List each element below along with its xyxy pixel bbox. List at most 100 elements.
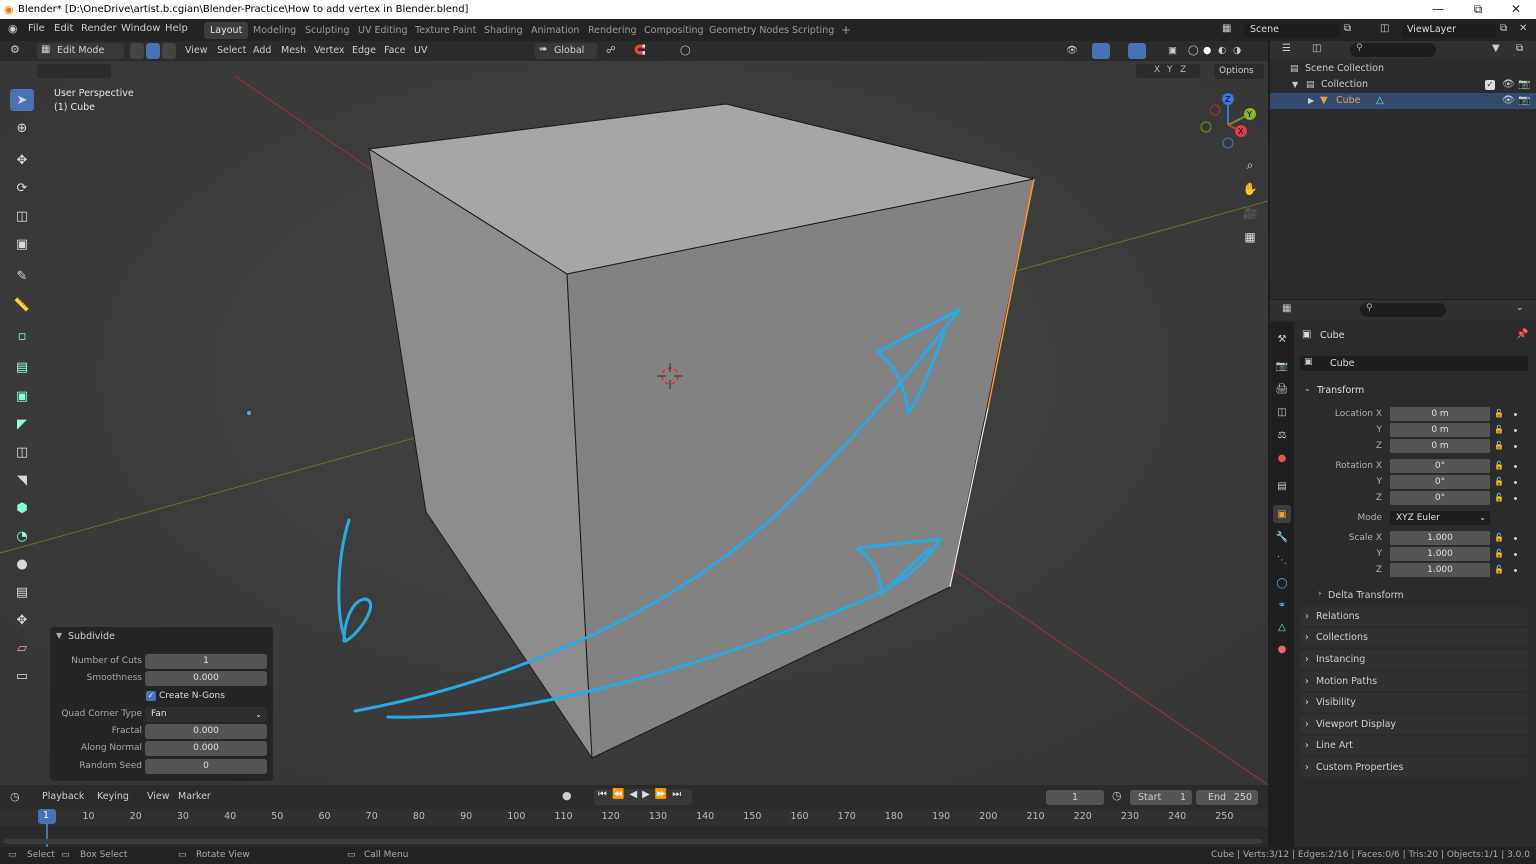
menu-select[interactable]: Select: [217, 45, 246, 56]
filter-icon[interactable]: ▼: [1492, 43, 1500, 54]
overlay-toggle-button[interactable]: [1128, 43, 1146, 59]
smooth-tool-icon[interactable]: ●: [10, 553, 34, 575]
eye-icon[interactable]: 👁: [1502, 77, 1515, 93]
playback-controls[interactable]: ⏮⏪◀▶⏩⏭: [594, 789, 692, 805]
modifier-tab-icon[interactable]: 🔧: [1273, 528, 1291, 546]
lock-icon[interactable]: 🔓: [1494, 461, 1504, 470]
chevron-right-icon[interactable]: ▶: [1308, 93, 1314, 109]
mode-selector[interactable]: ▦ Edit Mode: [37, 43, 124, 59]
close-button[interactable]: ✕: [1496, 0, 1536, 19]
menu-add[interactable]: Add: [253, 45, 271, 56]
menu-help[interactable]: Help: [165, 23, 188, 34]
keyframe-dot[interactable]: [1514, 553, 1517, 556]
menu-keying[interactable]: Keying: [97, 791, 129, 802]
chevron-down-icon[interactable]: ⌄: [1516, 303, 1524, 313]
scene-selector[interactable]: Scene: [1244, 22, 1340, 38]
menu-timeline-view[interactable]: View: [147, 791, 170, 802]
output-tab-icon[interactable]: 🖨: [1273, 380, 1291, 398]
lock-icon[interactable]: 🔓: [1494, 477, 1504, 486]
outliner-editor-icon[interactable]: ☰: [1282, 43, 1291, 54]
menu-face[interactable]: Face: [384, 45, 405, 56]
view-layer-icon[interactable]: ◫: [1380, 23, 1389, 34]
transform-tool-icon[interactable]: ▣: [10, 233, 34, 255]
rotation-z-field[interactable]: 0°: [1390, 491, 1490, 505]
minimize-button[interactable]: —: [1418, 0, 1458, 19]
visibility-panel[interactable]: Visibility ›: [1300, 693, 1528, 712]
location-z-field[interactable]: 0 m: [1390, 439, 1490, 453]
keyframe-dot[interactable]: [1514, 445, 1517, 448]
mirror-z-toggle[interactable]: Z: [1180, 65, 1186, 75]
menu-view[interactable]: View: [185, 45, 208, 56]
rotation-mode-dropdown[interactable]: XYZ Euler ⌄: [1390, 511, 1490, 525]
end-frame-field[interactable]: End 250: [1196, 790, 1258, 805]
physics-tab-icon[interactable]: ◯: [1273, 574, 1291, 592]
collection-tab-icon[interactable]: ▤: [1273, 477, 1291, 495]
motion-paths-panel[interactable]: Motion Paths ›: [1300, 672, 1528, 691]
random-seed-field[interactable]: 0: [145, 759, 267, 774]
material-tab-icon[interactable]: ●: [1273, 640, 1291, 658]
location-y-field[interactable]: 0 m: [1390, 423, 1490, 437]
create-ngons-checkbox[interactable]: ✓: [146, 691, 156, 701]
instancing-panel[interactable]: Instancing ›: [1300, 650, 1528, 669]
visibility-icon[interactable]: 👁: [1066, 45, 1078, 56]
tab-texture-paint[interactable]: Texture Paint: [409, 22, 482, 39]
outliner-row-cube[interactable]: ▶ ▼ Cube △ 👁 📷: [1270, 93, 1536, 109]
lock-icon[interactable]: 🔓: [1494, 409, 1504, 418]
wireframe-shading-icon[interactable]: ◯: [1188, 45, 1199, 56]
snap-icon[interactable]: 🧲: [634, 45, 646, 56]
start-frame-field[interactable]: Start 1: [1130, 790, 1192, 805]
outliner-search-input[interactable]: ⚲: [1350, 43, 1436, 57]
object-name-field[interactable]: ▣ Cube: [1300, 356, 1528, 371]
smoothness-field[interactable]: 0.000: [145, 671, 267, 686]
annotate-tool-icon[interactable]: ✎: [10, 265, 34, 287]
eye-icon[interactable]: 👁: [1502, 93, 1515, 109]
properties-search-input[interactable]: ⚲: [1360, 303, 1446, 317]
loop-cut-tool-icon[interactable]: ◫: [10, 441, 34, 463]
bevel-tool-icon[interactable]: ◤: [10, 413, 34, 435]
collections-panel[interactable]: Collections ›: [1300, 628, 1528, 647]
rotate-tool-icon[interactable]: ⟳: [10, 177, 34, 199]
knife-tool-icon[interactable]: ◥: [10, 469, 34, 491]
display-mode-icon[interactable]: ◫: [1312, 43, 1321, 54]
view-layer-tab-icon[interactable]: ◫: [1273, 403, 1291, 421]
rip-tool-icon[interactable]: ▭: [10, 665, 34, 687]
keyframe-dot[interactable]: [1514, 465, 1517, 468]
fractal-field[interactable]: 0.000: [145, 724, 267, 739]
material-shading-icon[interactable]: ◐: [1218, 45, 1226, 56]
lock-icon[interactable]: 🔓: [1494, 425, 1504, 434]
scene-icon[interactable]: ▦: [1222, 23, 1231, 34]
outliner-row-scene-collection[interactable]: ▤ Scene Collection: [1270, 61, 1536, 77]
rotation-x-field[interactable]: 0°: [1390, 459, 1490, 473]
timeline-area[interactable]: 10 20 30 40 50 60 70 80 90 100 110 120 130 140 150 160 1…: [0, 809, 1268, 847]
keyframe-dot[interactable]: [1514, 413, 1517, 416]
tab-animation[interactable]: Animation: [525, 22, 585, 39]
number-of-cuts-field[interactable]: 1: [145, 654, 267, 669]
menu-render[interactable]: Render: [81, 23, 117, 34]
mirror-axes[interactable]: X Y Z: [1136, 64, 1200, 78]
rendered-shading-icon[interactable]: ◑: [1233, 45, 1241, 56]
ortho-grid-icon[interactable]: ▦: [1240, 227, 1260, 247]
timeline-scrollbar[interactable]: [4, 839, 1262, 844]
quad-corner-type-dropdown[interactable]: Fan ⌄: [145, 707, 267, 722]
tab-compositing[interactable]: Compositing: [638, 22, 710, 39]
tab-rendering[interactable]: Rendering: [582, 22, 643, 39]
menu-marker[interactable]: Marker: [178, 791, 211, 802]
use-preview-range-icon[interactable]: ◷: [1112, 789, 1122, 802]
move-tool-icon[interactable]: ✥: [10, 149, 34, 171]
pivot-icon[interactable]: ☍: [606, 45, 616, 56]
data-tab-icon[interactable]: △: [1273, 618, 1291, 636]
keyframe-dot[interactable]: [1514, 569, 1517, 572]
chevron-down-icon[interactable]: ▼: [1292, 77, 1298, 93]
transform-panel-header[interactable]: ⌄ Transform: [1300, 382, 1528, 400]
new-scene-icon[interactable]: ⧉: [1344, 23, 1351, 34]
scale-x-field[interactable]: 1.000: [1390, 531, 1490, 545]
keyframe-dot[interactable]: [1514, 429, 1517, 432]
timeline-editor-icon[interactable]: ◷: [10, 790, 20, 803]
edge-slide-tool-icon[interactable]: ▤: [10, 581, 34, 603]
menu-mesh[interactable]: Mesh: [281, 45, 306, 56]
scale-z-field[interactable]: 1.000: [1390, 563, 1490, 577]
new-view-layer-icon[interactable]: ⧉: [1500, 23, 1507, 34]
scale-tool-icon[interactable]: ◫: [10, 205, 34, 227]
camera-view-icon[interactable]: 🎥: [1240, 203, 1260, 223]
mirror-y-toggle[interactable]: Y: [1167, 65, 1173, 75]
